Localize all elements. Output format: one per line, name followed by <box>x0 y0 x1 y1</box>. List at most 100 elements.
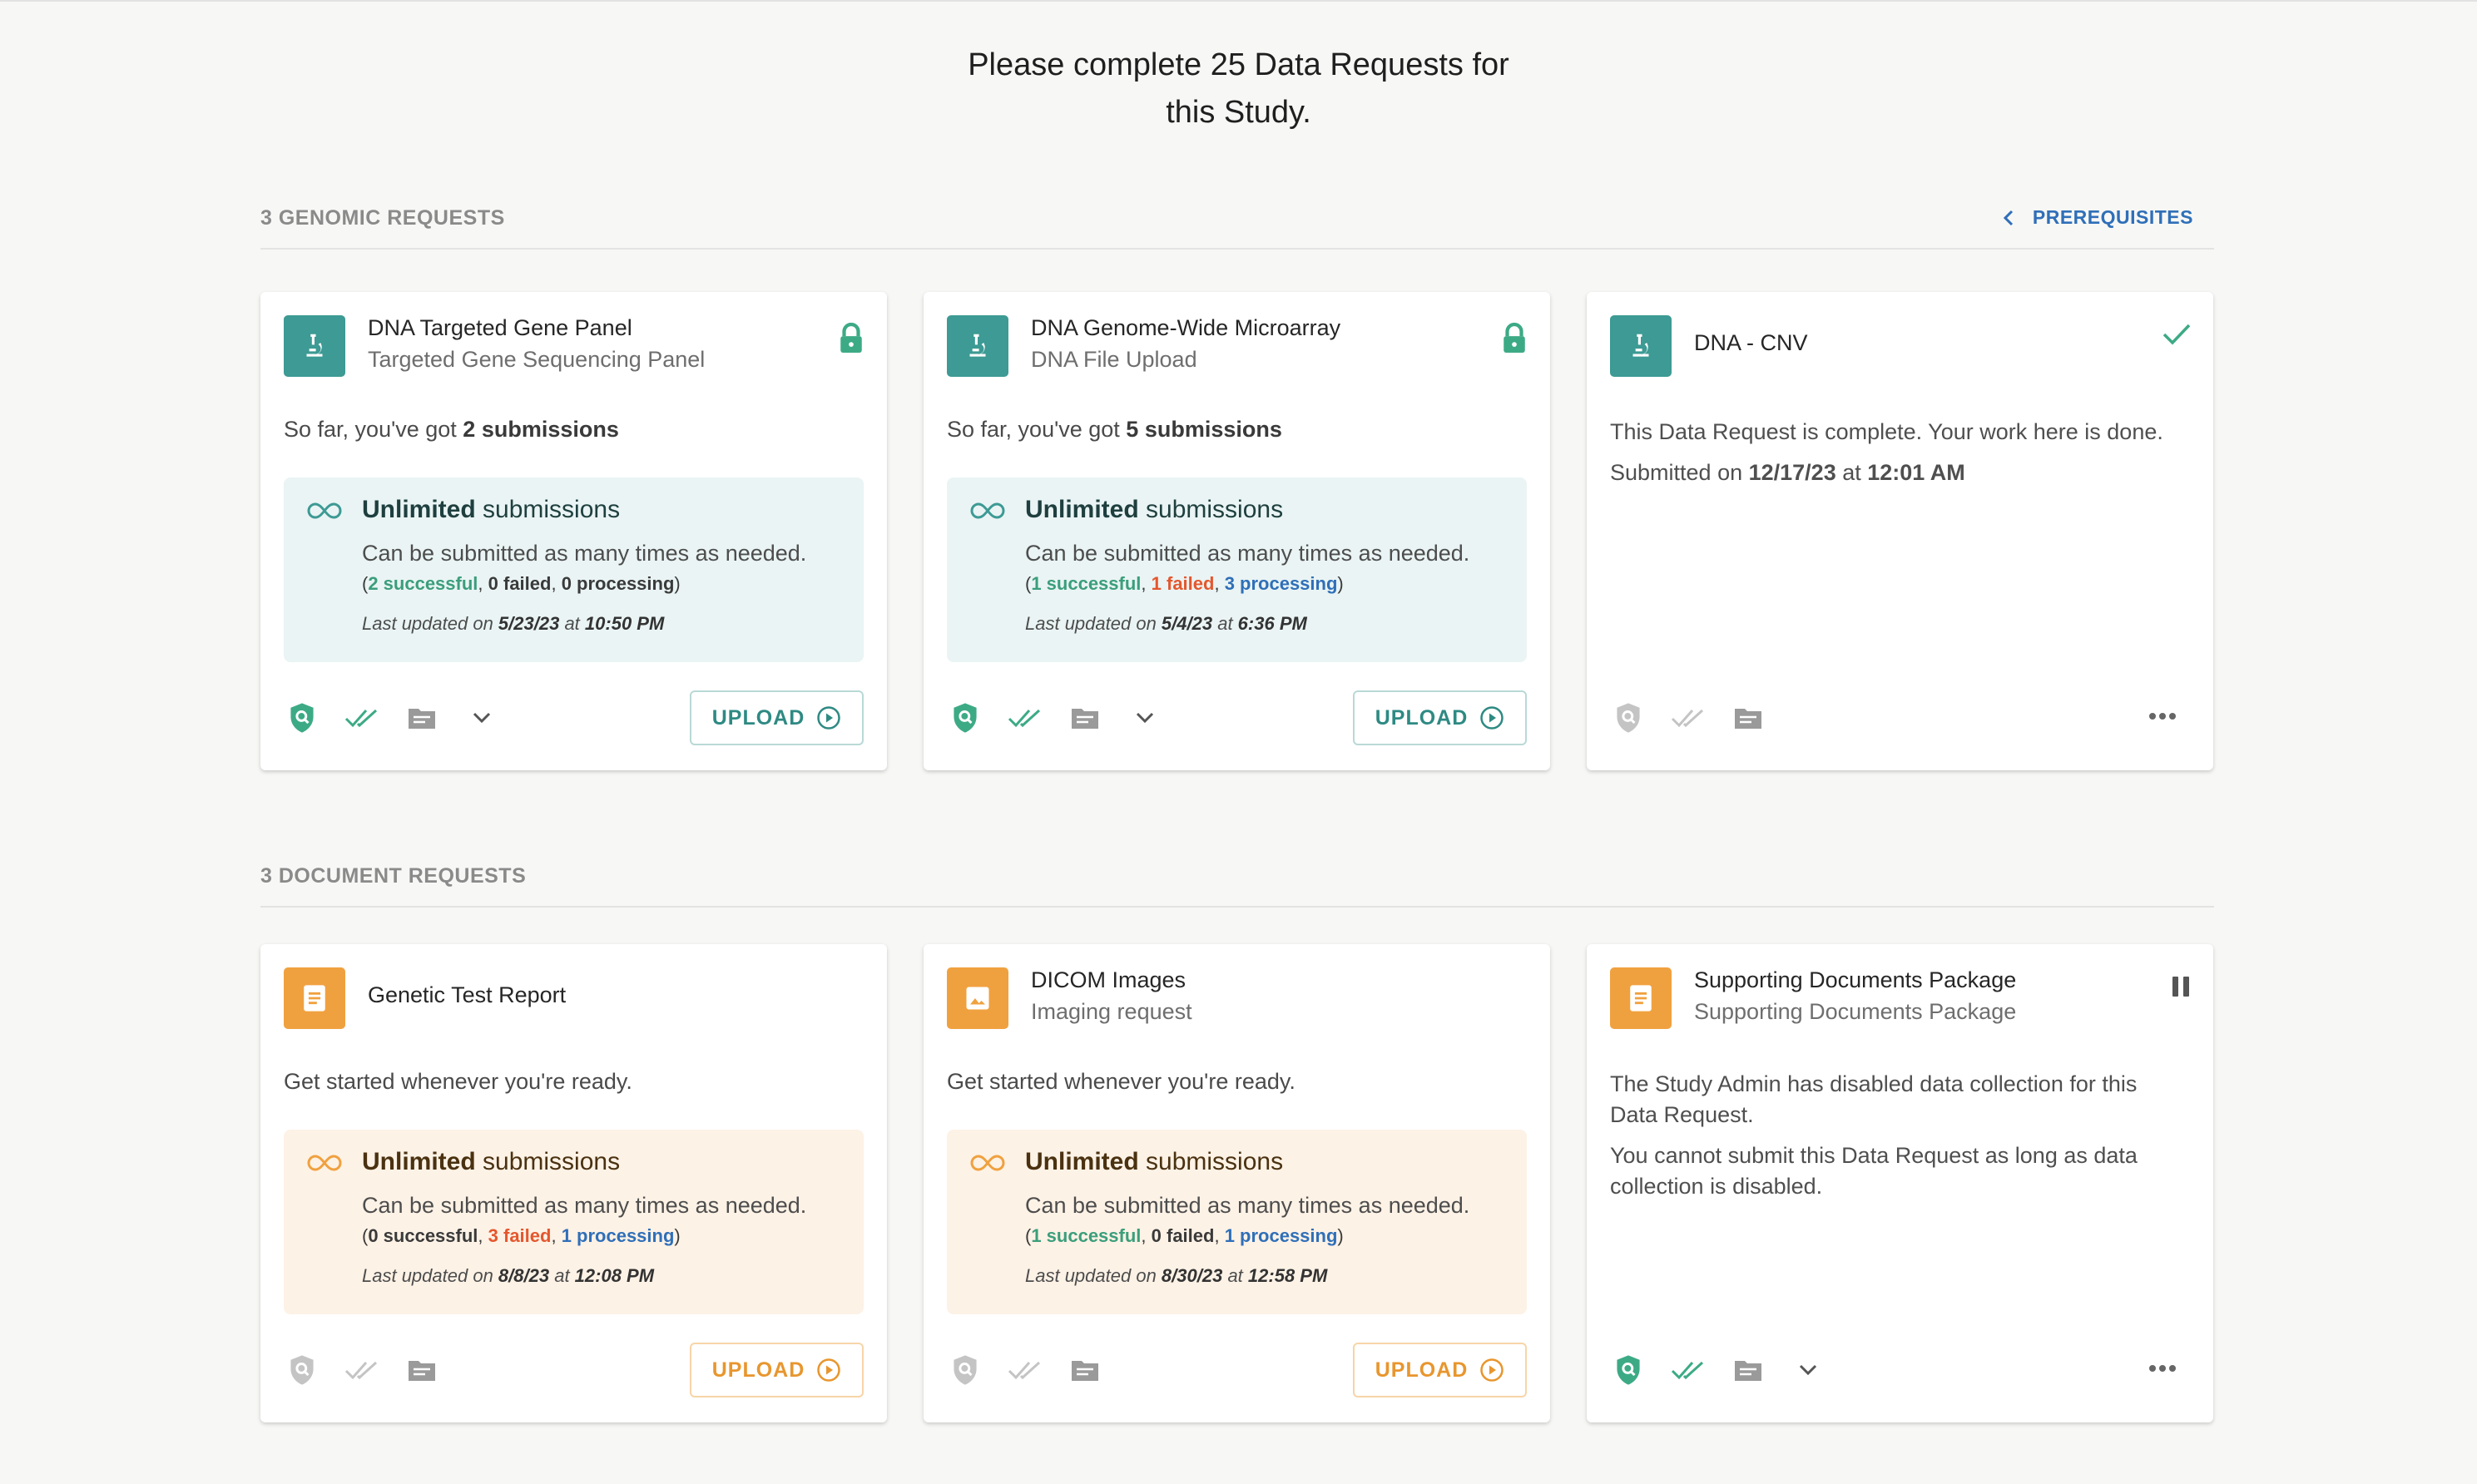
folder-icon[interactable] <box>1067 1352 1103 1388</box>
infinity-icon <box>307 502 342 519</box>
microscope-icon <box>947 315 1008 377</box>
upload-label: UPLOAD <box>1375 705 1469 730</box>
shield-search-icon[interactable] <box>1610 700 1647 736</box>
prerequisites-label: PREREQUISITES <box>2032 206 2193 228</box>
submission-counts: (2 successful, 0 failed, 0 processing) <box>362 573 681 594</box>
card-subtitle: Targeted Gene Sequencing Panel <box>368 347 706 372</box>
card-subtitle: Supporting Documents Package <box>1694 999 2017 1024</box>
genomic-section-label: 3 GENOMIC REQUESTS <box>260 206 505 230</box>
failed-count: 1 failed <box>1151 573 1215 594</box>
get-started-text: Get started whenever you're ready. <box>284 1069 632 1094</box>
card-title: DNA Genome-Wide Microarray <box>1031 315 1341 340</box>
shield-search-icon[interactable] <box>947 700 983 736</box>
folder-icon[interactable] <box>1730 700 1766 736</box>
microscope-icon <box>1610 315 1672 377</box>
upload-button[interactable]: UPLOAD <box>1353 690 1527 745</box>
lock-icon <box>837 322 865 359</box>
chevron-left-icon <box>2003 210 2013 225</box>
double-check-icon[interactable] <box>1670 1352 1707 1388</box>
page-title-line-2: this Study. <box>1166 95 1311 130</box>
last-updated: Last updated on 5/4/23 at 6:36 PM <box>1025 613 1307 634</box>
checkmark-icon <box>2162 322 2192 351</box>
card-subtitle: Imaging request <box>1031 999 1192 1024</box>
upload-button[interactable]: UPLOAD <box>690 1343 864 1397</box>
processing-count: 3 processing <box>1224 573 1338 594</box>
data-request-card: DNA Targeted Gene Panel Targeted Gene Se… <box>260 292 887 770</box>
double-check-icon[interactable] <box>1007 1352 1043 1388</box>
last-updated: Last updated on 8/8/23 at 12:08 PM <box>362 1265 655 1286</box>
lock-icon <box>1500 322 1528 359</box>
processing-count: 1 processing <box>561 1225 675 1246</box>
data-request-card: DNA Genome-Wide Microarray DNA File Uplo… <box>924 292 1550 770</box>
card-title: DNA - CNV <box>1694 330 1808 355</box>
data-request-card: DNA - CNV This Data Request is complete.… <box>1587 292 2213 770</box>
card-actions: UPLOAD <box>947 690 1527 745</box>
double-check-icon[interactable] <box>344 700 380 736</box>
card-subtitle: DNA File Upload <box>1031 347 1197 372</box>
unlimited-label: Unlimited submissions <box>1025 1148 1284 1175</box>
page-title-line-1: Please complete 25 Data Requests for <box>968 47 1509 82</box>
folder-icon[interactable] <box>1730 1352 1766 1388</box>
submissions-panel: Unlimited submissions Can be submitted a… <box>947 1130 1527 1314</box>
shield-search-icon[interactable] <box>284 700 320 736</box>
prerequisites-link[interactable]: PREREQUISITES <box>2003 206 2193 229</box>
play-circle-icon <box>1480 1358 1504 1382</box>
unlimited-description: Can be submitted as many times as needed… <box>362 1193 807 1218</box>
submissions-panel: Unlimited submissions Can be submitted a… <box>947 477 1527 662</box>
last-updated: Last updated on 8/30/23 at 12:58 PM <box>1025 1265 1328 1286</box>
more-options-icon[interactable] <box>2148 1362 2177 1377</box>
document-section-header: 3 DOCUMENT REQUESTS <box>260 858 2214 908</box>
image-icon <box>947 967 1008 1029</box>
upload-button[interactable]: UPLOAD <box>1353 1343 1527 1397</box>
page-title: Please complete 25 Data Requests for thi… <box>0 42 2477 136</box>
document-icon <box>284 967 345 1029</box>
top-divider <box>0 0 2477 2</box>
chevron-down-icon[interactable] <box>1127 700 1163 736</box>
submission-counts: (0 successful, 3 failed, 1 processing) <box>362 1225 681 1246</box>
unlimited-description: Can be submitted as many times as needed… <box>1025 541 1470 566</box>
submitted-on: Submitted on 12/17/23 at 12:01 AM <box>1610 460 1965 485</box>
card-actions <box>1610 1352 2190 1392</box>
play-circle-icon <box>817 1358 841 1382</box>
card-title: Genetic Test Report <box>368 982 567 1007</box>
processing-count: 0 processing <box>561 573 675 594</box>
data-request-card: DICOM Images Imaging request Get started… <box>924 944 1550 1422</box>
failed-count: 3 failed <box>488 1225 552 1246</box>
submission-counts: (1 successful, 0 failed, 1 processing) <box>1025 1225 1344 1246</box>
card-title: DICOM Images <box>1031 967 1186 992</box>
double-check-icon[interactable] <box>1670 700 1707 736</box>
shield-search-icon[interactable] <box>947 1352 983 1388</box>
more-options-icon[interactable] <box>2148 710 2177 725</box>
chevron-down-icon[interactable] <box>1790 1352 1826 1388</box>
processing-count: 1 processing <box>1224 1225 1338 1246</box>
double-check-icon[interactable] <box>1007 700 1043 736</box>
submission-counts: (1 successful, 1 failed, 3 processing) <box>1025 573 1344 594</box>
complete-message: This Data Request is complete. Your work… <box>1610 419 2163 444</box>
unlimited-description: Can be submitted as many times as needed… <box>1025 1193 1470 1218</box>
upload-button[interactable]: UPLOAD <box>690 690 864 745</box>
card-title: Supporting Documents Package <box>1694 967 2017 992</box>
successful-count: 1 successful <box>1031 1225 1142 1246</box>
data-request-card: Supporting Documents Package Supporting … <box>1587 944 2213 1422</box>
folder-icon[interactable] <box>1067 700 1103 736</box>
card-actions: UPLOAD <box>947 1343 1527 1397</box>
submissions-panel: Unlimited submissions Can be submitted a… <box>284 477 864 662</box>
double-check-icon[interactable] <box>344 1352 380 1388</box>
card-actions: UPLOAD <box>284 1343 864 1397</box>
unlimited-label: Unlimited submissions <box>362 496 621 523</box>
infinity-icon <box>970 1155 1005 1171</box>
shield-search-icon[interactable] <box>284 1352 320 1388</box>
submission-summary: So far, you've got 2 submissions <box>284 417 619 442</box>
pause-icon <box>2170 974 2192 1003</box>
chevron-down-icon[interactable] <box>463 700 500 736</box>
shield-search-icon[interactable] <box>1610 1352 1647 1388</box>
microscope-icon <box>284 315 345 377</box>
folder-icon[interactable] <box>404 1352 440 1388</box>
unlimited-label: Unlimited submissions <box>1025 496 1284 523</box>
genomic-section-header: 3 GENOMIC REQUESTS PREREQUISITES <box>260 200 2214 250</box>
folder-icon[interactable] <box>404 700 440 736</box>
submissions-panel: Unlimited submissions Can be submitted a… <box>284 1130 864 1314</box>
infinity-icon <box>970 502 1005 519</box>
upload-label: UPLOAD <box>711 1358 805 1382</box>
unlimited-label: Unlimited submissions <box>362 1148 621 1175</box>
